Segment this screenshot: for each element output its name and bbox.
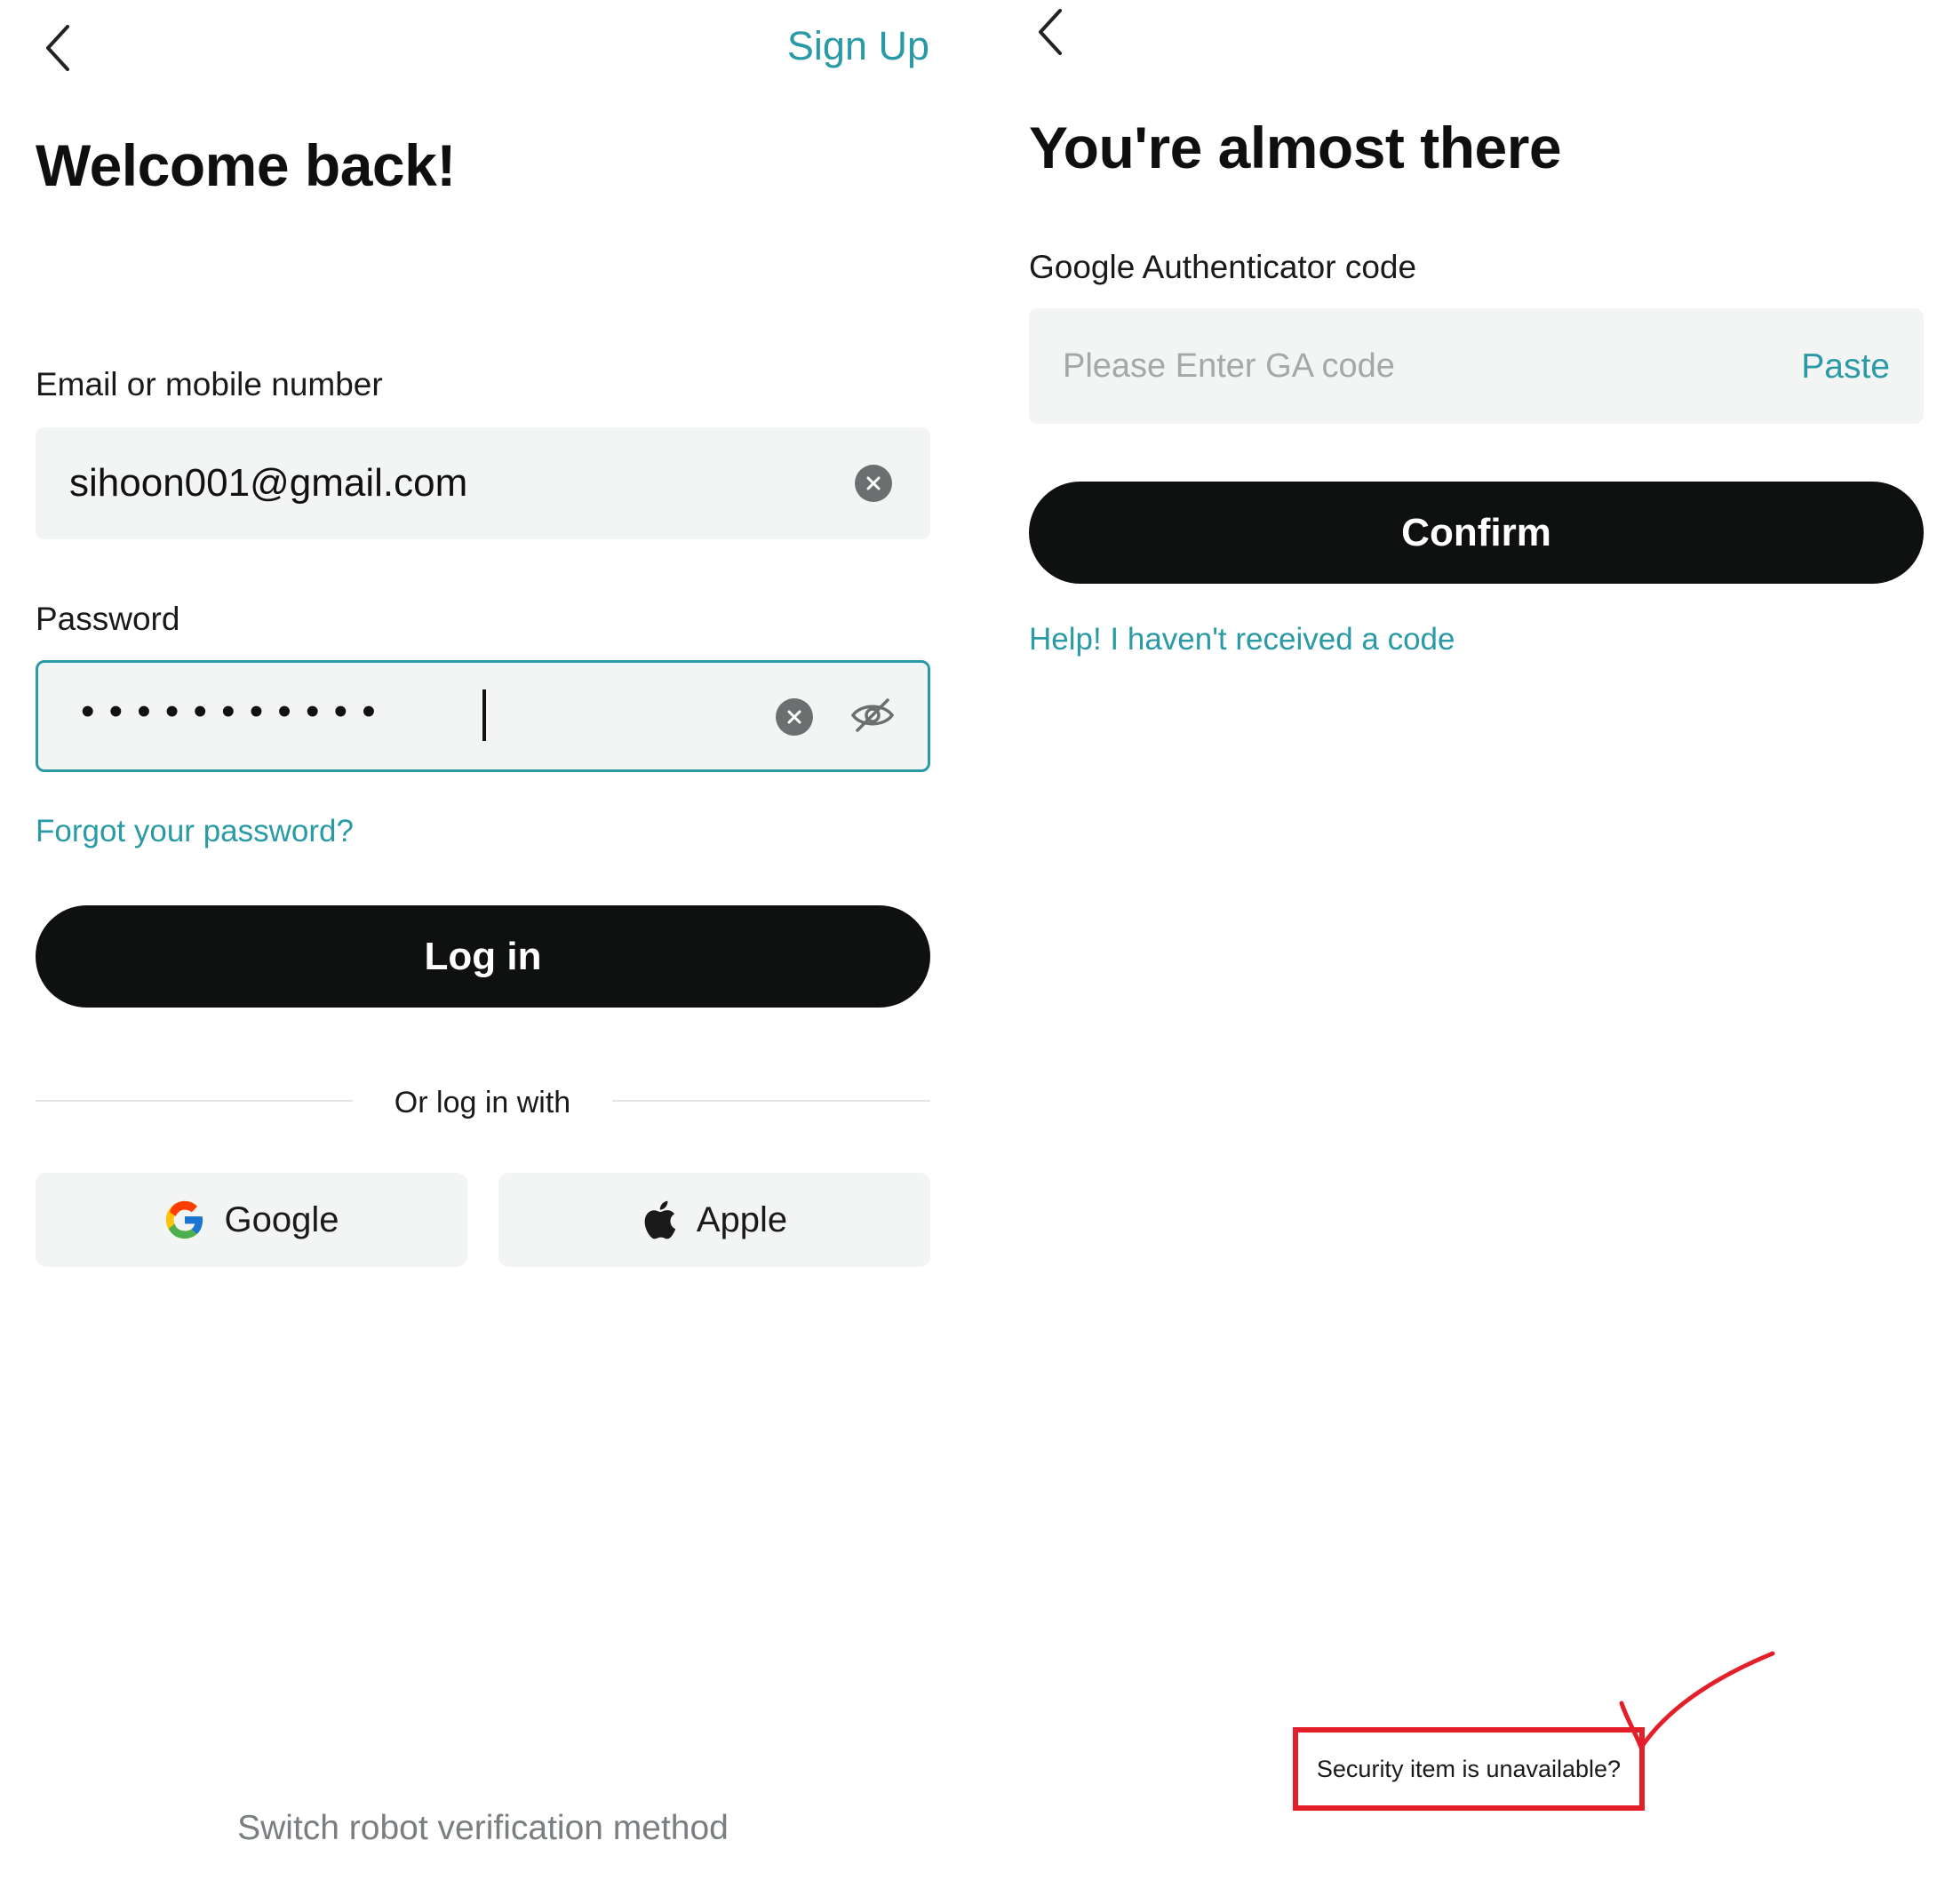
page-title: You're almost there [1029, 115, 1562, 180]
eye-off-icon[interactable] [850, 697, 895, 734]
apple-login-button[interactable]: Apple [498, 1173, 930, 1267]
apple-button-label: Apple [696, 1199, 788, 1239]
password-field[interactable]: • • • • • • • • • • • [36, 660, 930, 772]
divider-line-left [36, 1100, 353, 1102]
login-button[interactable]: Log in [36, 905, 930, 1008]
google-logo-icon [165, 1200, 203, 1239]
switch-verification-link[interactable]: Switch robot verification method [36, 1809, 930, 1848]
email-field[interactable]: sihoon001@gmail.com [36, 427, 930, 539]
ga-code-label: Google Authenticator code [1029, 249, 1417, 285]
page-title: Welcome back! [36, 132, 456, 198]
ga-code-field[interactable]: Please Enter GA code Paste [1029, 308, 1924, 424]
divider-text: Or log in with [394, 1086, 571, 1119]
back-chevron-icon[interactable] [41, 21, 76, 75]
apple-logo-icon [644, 1200, 676, 1239]
clear-icon[interactable] [776, 698, 813, 736]
email-label: Email or mobile number [36, 366, 383, 402]
text-cursor [482, 689, 486, 741]
google-login-button[interactable]: Google [36, 1173, 467, 1267]
help-no-code-link[interactable]: Help! I haven't received a code [1029, 622, 1455, 657]
email-value[interactable]: sihoon001@gmail.com [69, 461, 467, 506]
security-unavailable-link[interactable]: Security item is unavailable? [1293, 1727, 1645, 1811]
google-button-label: Google [224, 1199, 339, 1239]
paste-button[interactable]: Paste [1801, 347, 1890, 386]
back-chevron-icon[interactable] [1033, 5, 1069, 59]
password-label: Password [36, 601, 180, 637]
sign-up-link[interactable]: Sign Up [787, 23, 929, 69]
clear-icon[interactable] [855, 465, 892, 502]
forgot-password-link[interactable]: Forgot your password? [36, 814, 354, 849]
confirm-button[interactable]: Confirm [1029, 482, 1924, 584]
divider-line-right [612, 1100, 930, 1102]
ga-code-input[interactable]: Please Enter GA code [1063, 347, 1395, 386]
password-mask[interactable]: • • • • • • • • • • • [81, 689, 378, 734]
